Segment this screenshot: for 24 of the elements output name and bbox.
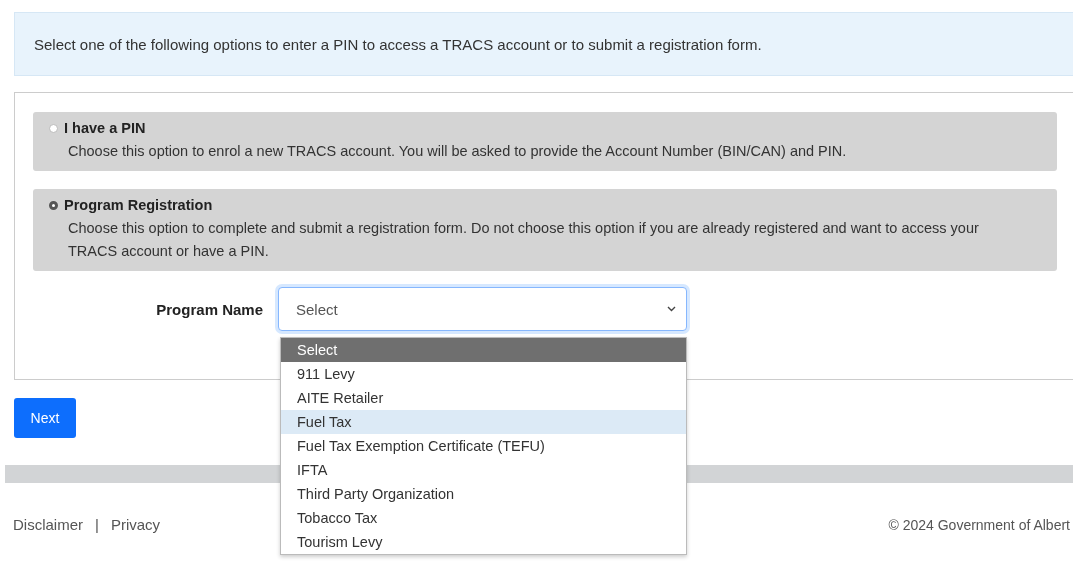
- dropdown-option[interactable]: Fuel Tax: [281, 410, 686, 434]
- intro-text: Select one of the following options to enter a PIN to access a TRACS account or to submit a registration form.: [34, 35, 762, 53]
- option-title: I have a PIN: [64, 120, 146, 136]
- chevron-icon: [667, 306, 676, 312]
- dropdown-option[interactable]: Fuel Tax Exemption Certificate (TEFU): [281, 434, 686, 458]
- privacy-link[interactable]: Privacy: [110, 516, 161, 533]
- option-description: Choose this option to complete and submit a registration form. Do not choose this option if you are already registered and want to access your TRACS account or have a PIN.: [67, 219, 980, 261]
- option-title: Program Registration: [64, 197, 213, 213]
- disclaimer-link[interactable]: Disclaimer: [13, 516, 83, 533]
- field-label: Program Name: [155, 300, 264, 318]
- dropdown-option[interactable]: 911 Levy: [281, 362, 686, 386]
- next-button[interactable]: Next: [14, 398, 76, 438]
- separator: |: [95, 516, 99, 533]
- dropdown-option[interactable]: Tobacco Tax: [281, 506, 686, 530]
- dropdown-option[interactable]: IFTA: [281, 458, 686, 482]
- dropdown-option[interactable]: AITE Retailer: [281, 386, 686, 410]
- radio-button[interactable]: [49, 200, 58, 210]
- dropdown-option[interactable]: Tourism Levy: [281, 530, 686, 554]
- radio-button[interactable]: [49, 123, 58, 133]
- program-select[interactable]: Select: [278, 287, 687, 331]
- dropdown-option[interactable]: Select: [281, 338, 686, 362]
- dropdown-option[interactable]: Third Party Organization: [281, 482, 686, 506]
- copyright-text: © 2024 Government of Albert: [888, 516, 1070, 533]
- option-description: Choose this option to enrol a new TRACS account. You will be asked to provide the Account Number (BIN/CAN) and PIN.: [67, 142, 848, 161]
